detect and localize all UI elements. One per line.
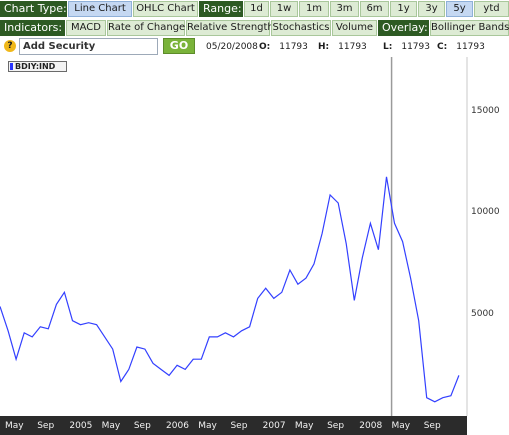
price-chart[interactable] [0,57,509,435]
x-tick-label: May [294,421,314,431]
low-value: 11793 [401,42,430,52]
x-tick-label: 2005 [69,421,93,431]
range-6m-button[interactable]: 6m [360,1,389,17]
open-label: O: [259,42,271,52]
range-1w-button[interactable]: 1w [270,1,298,17]
x-tick-label: May [198,421,217,431]
overlay-label: Overlay: [378,20,429,36]
range-ytd-button[interactable]: ytd [474,1,509,17]
x-tick-label: May [5,421,24,431]
range-1y-button[interactable]: 1y [390,1,417,17]
macd-button[interactable]: MACD [66,20,106,36]
close-quote: C: 11793 [437,42,485,52]
series-legend: BDIY:IND [8,61,67,72]
x-tick-label: Sep [230,421,248,431]
quote-date: 05/20/2008 [206,42,258,52]
x-tick-label: 2006 [166,421,189,431]
high-label: H: [318,42,330,52]
low-label: L: [383,42,393,52]
x-tick-label: May [101,421,121,431]
high-value: 11793 [338,42,367,52]
ohlc-chart-button[interactable]: OHLC Chart [133,1,198,17]
low-quote: L: 11793 [383,42,430,52]
stochastics-button[interactable]: Stochastics [271,20,331,36]
y-tick-label: 5000 [471,308,494,319]
indicators-label: Indicators: [0,20,65,36]
chart-canvas[interactable] [0,57,509,435]
go-button[interactable]: GO [163,38,195,54]
y-tick-label: 10000 [471,207,500,218]
open-quote: O: 11793 [259,42,308,52]
bollinger-bands-button[interactable]: Bollinger Bands [430,20,509,36]
y-tick-label: 15000 [471,105,500,116]
add-security-input[interactable] [19,38,158,55]
range-3y-button[interactable]: 3y [418,1,445,17]
range-1d-button[interactable]: 1d [244,1,269,17]
open-value: 11793 [279,42,308,52]
series-line-0 [0,176,460,403]
x-tick-label: Sep [327,421,345,431]
line-chart-button[interactable]: Line Chart [68,1,132,17]
relative-strength-button[interactable]: Relative Strength [186,20,274,36]
x-tick-label: Sep [37,421,55,431]
close-label: C: [437,42,448,52]
rate-of-change-button[interactable]: Rate of Change [107,20,185,36]
chart-type-label: Chart Type: [0,1,67,17]
x-tick-label: May [391,421,411,431]
help-icon[interactable]: ? [4,40,16,52]
x-tick-label: 2008 [359,421,383,431]
indicator-toolbar: Indicators: MACD Rate of Change Relative… [0,20,509,36]
range-label: Range: [199,1,243,17]
range-5y-button[interactable]: 5y [446,1,473,17]
high-quote: H: 11793 [318,42,367,52]
range-1m-button[interactable]: 1m [299,1,329,17]
x-tick-label: 2007 [262,421,286,431]
close-value: 11793 [456,42,485,52]
x-tick-label: Sep [133,421,151,431]
chart-toolbar: Chart Type: Line Chart OHLC Chart Range:… [0,1,509,17]
security-controls: ? GO 05/20/2008 O:11793 H:11793 L:11793 … [0,37,509,57]
x-tick-label: Sep [423,421,441,431]
volume-button[interactable]: Volume [332,20,377,36]
range-3m-button[interactable]: 3m [330,1,359,17]
